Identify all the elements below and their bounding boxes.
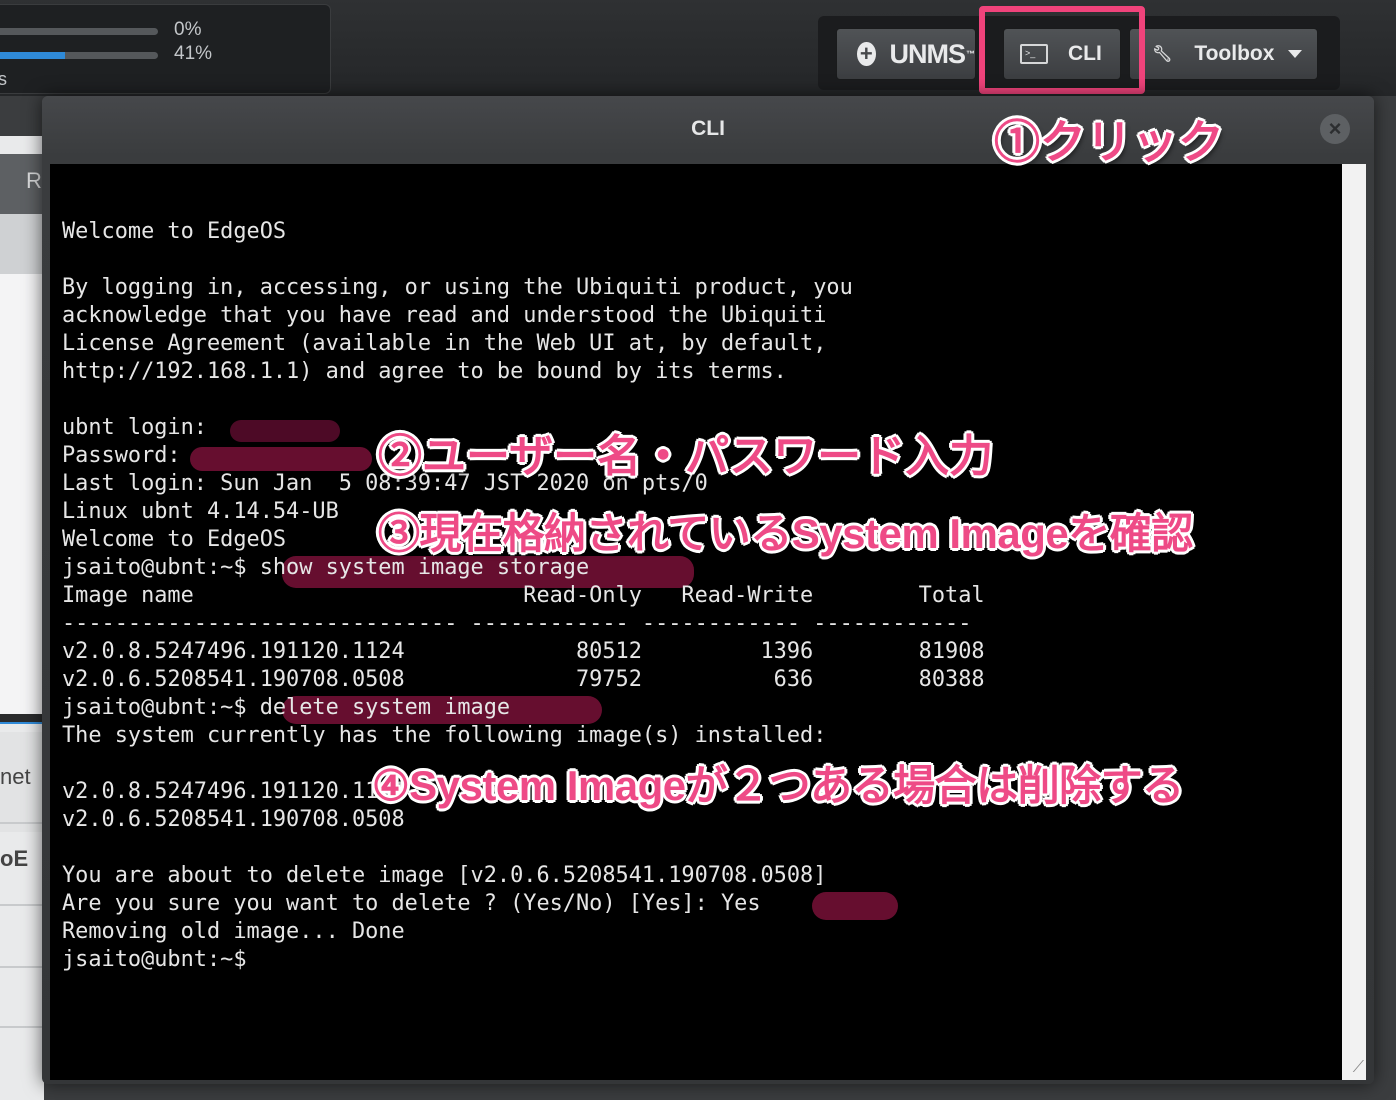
terminal-line: ubnt login: [62,415,207,440]
trademark-mark: ™ [966,49,975,59]
terminal-line: Welcome to EdgeOS [62,527,287,552]
stat-bar-2-fill [0,52,65,59]
plus-icon: + [857,42,876,66]
close-button[interactable]: × [1320,114,1350,144]
background-tab-label: R [26,168,42,193]
terminal-line: ------------------------------ ---------… [62,611,972,636]
resource-stats-panel: 0% 41% s [0,4,331,94]
terminal-line: v2.0.8.5247496.191120.1124 [62,779,405,804]
cli-modal: CLI × Welcome to EdgeOS By logging in, a… [42,96,1374,1084]
terminal-line: v2.0.6.5208541.190708.0508 [62,807,405,832]
wrench-icon: 🔧︎ [1152,46,1173,63]
stat-bar-2 [0,52,158,59]
annotation-step-3: ③現在格納されているSystem Imageを確認 [378,510,1193,557]
stat-bar-1 [0,28,158,35]
terminal-line: The system currently has the following i… [62,723,827,748]
close-icon: × [1328,116,1342,141]
terminal-screen[interactable]: Welcome to EdgeOS By logging in, accessi… [50,164,1342,1080]
stat-label-1: 0% [174,19,202,40]
terminal-line: By logging in, accessing, or using the U… [62,275,853,300]
resize-grip-icon[interactable]: ⟋ [1344,1058,1364,1078]
terminal-line: Password: [62,443,181,468]
terminal-line: jsaito@ubnt:~$ delete system image [62,695,511,720]
toolbox-button[interactable]: 🔧︎ Toolbox [1129,28,1318,80]
background-page-strip: R net oE [0,96,44,1100]
toolbox-button-label: Toolbox [1194,42,1275,65]
background-item-net: net [0,764,31,789]
annotation-step-1: ①クリック [994,116,1224,168]
annotation-step-4: ④System Imageが２つある場合は削除する [372,762,1184,809]
stat-label-2: 41% [174,43,213,64]
terminal-line: You are about to delete image [v2.0.6.52… [62,863,827,888]
answer-highlight-yes [812,892,898,920]
background-item-oe: oE [0,846,29,871]
username-redaction [230,420,340,442]
terminal-scrollbar[interactable]: ⟋ [1342,164,1366,1080]
cli-highlight-box [979,6,1145,94]
terminal-line: Removing old image... Done [62,919,405,944]
stat-overflow-text: s [0,69,7,89]
unms-button[interactable]: + UNMS ™ [836,28,976,80]
terminal-line: Linux ubnt 4.14.54-UB [62,499,339,524]
password-redaction [190,447,372,471]
terminal-line: http://192.168.1.1) and agree to be boun… [62,359,787,384]
chevron-down-icon [1288,50,1303,58]
terminal-line: v2.0.6.5208541.190708.0508 79752 636 803… [62,667,985,692]
terminal-line: acknowledge that you have read and under… [62,303,827,328]
terminal-line: Welcome to EdgeOS [62,219,287,244]
terminal-line: jsaito@ubnt:~$ [62,947,247,972]
terminal-line: Image name Read-Only Read-Write Total [62,583,985,608]
unms-button-label: UNMS [889,38,966,69]
terminal-line: v2.0.8.5247496.191120.1124 80512 1396 81… [62,639,985,664]
terminal-line: Are you sure you want to delete ? (Yes/N… [62,891,761,916]
annotation-step-2: ②ユーザー名・パスワード入力 [378,432,994,481]
terminal-line: License Agreement (available in the Web … [62,331,827,356]
